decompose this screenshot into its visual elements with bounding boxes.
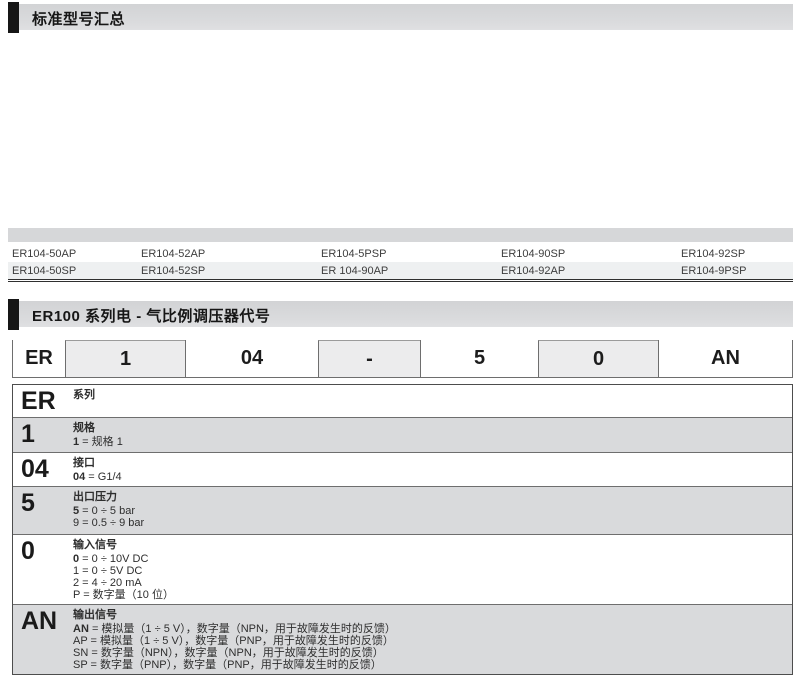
code-description: 系列 bbox=[73, 385, 792, 417]
models-row: ER104-50AP ER104-52AP ER104-5PSP ER104-9… bbox=[8, 245, 793, 262]
code-label: 规格 bbox=[73, 422, 784, 434]
option-text: = 数字量（PNP），数字量（PNP，用于故障发生时的反馈） bbox=[87, 659, 381, 671]
model-cell: ER104-92AP bbox=[497, 265, 677, 277]
option-line: AP = 模拟量（1 ÷ 5 V），数字量（PNP，用于故障发生时的反馈） bbox=[73, 635, 784, 647]
code-row-output-signal: AN 输出信号 AN = 模拟量（1 ÷ 5 V），数字量（NPN，用于故障发生… bbox=[13, 604, 792, 674]
code-segment-cell-port: 04 bbox=[185, 340, 318, 378]
code-value: ER bbox=[13, 385, 73, 417]
option-line: 1 = 规格 1 bbox=[73, 436, 784, 448]
code-description: 输出信号 AN = 模拟量（1 ÷ 5 V），数字量（NPN，用于故障发生时的反… bbox=[73, 605, 792, 674]
model-cell: ER104-50SP bbox=[8, 265, 137, 277]
option-text: = 0.5 ÷ 9 bar bbox=[79, 517, 144, 529]
section-header-code-legend: ER100 系列电 - 气比例调压器代号 bbox=[8, 301, 793, 327]
option-line: SP = 数字量（PNP），数字量（PNP，用于故障发生时的反馈） bbox=[73, 659, 784, 671]
option-line: 1 = 0 ÷ 5V DC bbox=[73, 565, 784, 577]
code-segment-cell-series: ER bbox=[12, 340, 65, 378]
section-accent-bar bbox=[8, 2, 19, 33]
code-segment-row: ER 1 04 - 5 0 AN bbox=[12, 340, 793, 378]
code-description: 接口 04 = G1/4 bbox=[73, 453, 792, 486]
model-cell: ER104-9PSP bbox=[677, 265, 793, 277]
code-segment-cell-dash: - bbox=[318, 340, 420, 378]
option-text: = 0 ÷ 5V DC bbox=[79, 565, 142, 577]
code-label: 输出信号 bbox=[73, 609, 784, 621]
code-row-port: 04 接口 04 = G1/4 bbox=[13, 452, 792, 486]
code-segment-cell-input: 0 bbox=[538, 340, 658, 378]
option-line: 2 = 4 ÷ 20 mA bbox=[73, 577, 784, 589]
model-cell: ER104-50AP bbox=[8, 248, 137, 260]
option-line: AN = 模拟量（1 ÷ 5 V），数字量（NPN，用于故障发生时的反馈） bbox=[73, 623, 784, 635]
code-value: AN bbox=[13, 605, 73, 674]
option-line: P = 数字量（10 位） bbox=[73, 589, 784, 601]
section-header-standard-models: 标准型号汇总 bbox=[8, 4, 793, 30]
option-line: 0 = 0 ÷ 10V DC bbox=[73, 553, 784, 565]
section-title: 标准型号汇总 bbox=[32, 8, 125, 29]
option-text: = 0 ÷ 5 bar bbox=[79, 505, 135, 517]
model-cell: ER104-90SP bbox=[497, 248, 677, 260]
code-label: 输入信号 bbox=[73, 539, 784, 551]
code-label: 出口压力 bbox=[73, 491, 784, 503]
model-cell: ER104-52AP bbox=[137, 248, 317, 260]
code-row-pressure: 5 出口压力 5 = 0 ÷ 5 bar 9 = 0.5 ÷ 9 bar bbox=[13, 486, 792, 534]
option-key: SN bbox=[73, 647, 88, 659]
option-text: = 数字量（10 位） bbox=[80, 589, 174, 601]
option-text: = 规格 1 bbox=[79, 436, 123, 448]
model-cell: ER104-5PSP bbox=[317, 248, 497, 260]
code-segment-cell-size: 1 bbox=[65, 340, 185, 378]
option-key: AP bbox=[73, 635, 87, 647]
models-row: ER104-50SP ER104-52SP ER 104-90AP ER104-… bbox=[8, 262, 793, 279]
code-row-series: ER 系列 bbox=[13, 385, 792, 417]
option-key: AN bbox=[73, 623, 89, 635]
option-line: 9 = 0.5 ÷ 9 bar bbox=[73, 517, 784, 529]
option-text: = 模拟量（1 ÷ 5 V），数字量（NPN，用于故障发生时的反馈） bbox=[89, 623, 396, 635]
code-row-size: 1 规格 1 = 规格 1 bbox=[13, 417, 792, 452]
option-text: = 数字量（NPN），数字量（NPN，用于故障发生时的反馈） bbox=[88, 647, 383, 659]
code-description: 规格 1 = 规格 1 bbox=[73, 418, 792, 452]
code-value: 1 bbox=[13, 418, 73, 452]
code-segment-cell-pressure: 5 bbox=[420, 340, 538, 378]
option-key: SP bbox=[73, 659, 87, 671]
option-line: 04 = G1/4 bbox=[73, 471, 784, 483]
section-title: ER100 系列电 - 气比例调压器代号 bbox=[32, 305, 270, 326]
code-label: 系列 bbox=[73, 389, 784, 401]
code-value: 5 bbox=[13, 487, 73, 534]
code-description: 输入信号 0 = 0 ÷ 10V DC 1 = 0 ÷ 5V DC 2 = 4 … bbox=[73, 535, 792, 604]
section-accent-bar bbox=[8, 299, 19, 330]
code-value: 04 bbox=[13, 453, 73, 486]
model-cell: ER 104-90AP bbox=[317, 265, 497, 277]
option-line: SN = 数字量（NPN），数字量（NPN，用于故障发生时的反馈） bbox=[73, 647, 784, 659]
option-key: 04 bbox=[73, 471, 85, 483]
option-text: = 0 ÷ 10V DC bbox=[79, 553, 148, 565]
option-text: = 模拟量（1 ÷ 5 V），数字量（PNP，用于故障发生时的反馈） bbox=[87, 635, 393, 647]
model-cell: ER104-52SP bbox=[137, 265, 317, 277]
option-text: = 4 ÷ 20 mA bbox=[79, 577, 142, 589]
datasheet-page: 标准型号汇总 ER104-50AP ER104-52AP ER104-5PSP … bbox=[0, 4, 800, 673]
code-value: 0 bbox=[13, 535, 73, 604]
code-description: 出口压力 5 = 0 ÷ 5 bar 9 = 0.5 ÷ 9 bar bbox=[73, 487, 792, 534]
models-header-band bbox=[8, 228, 793, 242]
code-segment-cell-output: AN bbox=[658, 340, 793, 378]
option-text: = G1/4 bbox=[85, 471, 121, 483]
option-line: 5 = 0 ÷ 5 bar bbox=[73, 505, 784, 517]
code-breakdown-table: ER 系列 1 规格 1 = 规格 1 04 接口 04 = G1/4 5 出口… bbox=[12, 384, 793, 675]
standard-models-table: ER104-50AP ER104-52AP ER104-5PSP ER104-9… bbox=[8, 228, 793, 282]
code-label: 接口 bbox=[73, 457, 784, 469]
code-row-input-signal: 0 输入信号 0 = 0 ÷ 10V DC 1 = 0 ÷ 5V DC 2 = … bbox=[13, 534, 792, 604]
model-cell: ER104-92SP bbox=[677, 248, 793, 260]
